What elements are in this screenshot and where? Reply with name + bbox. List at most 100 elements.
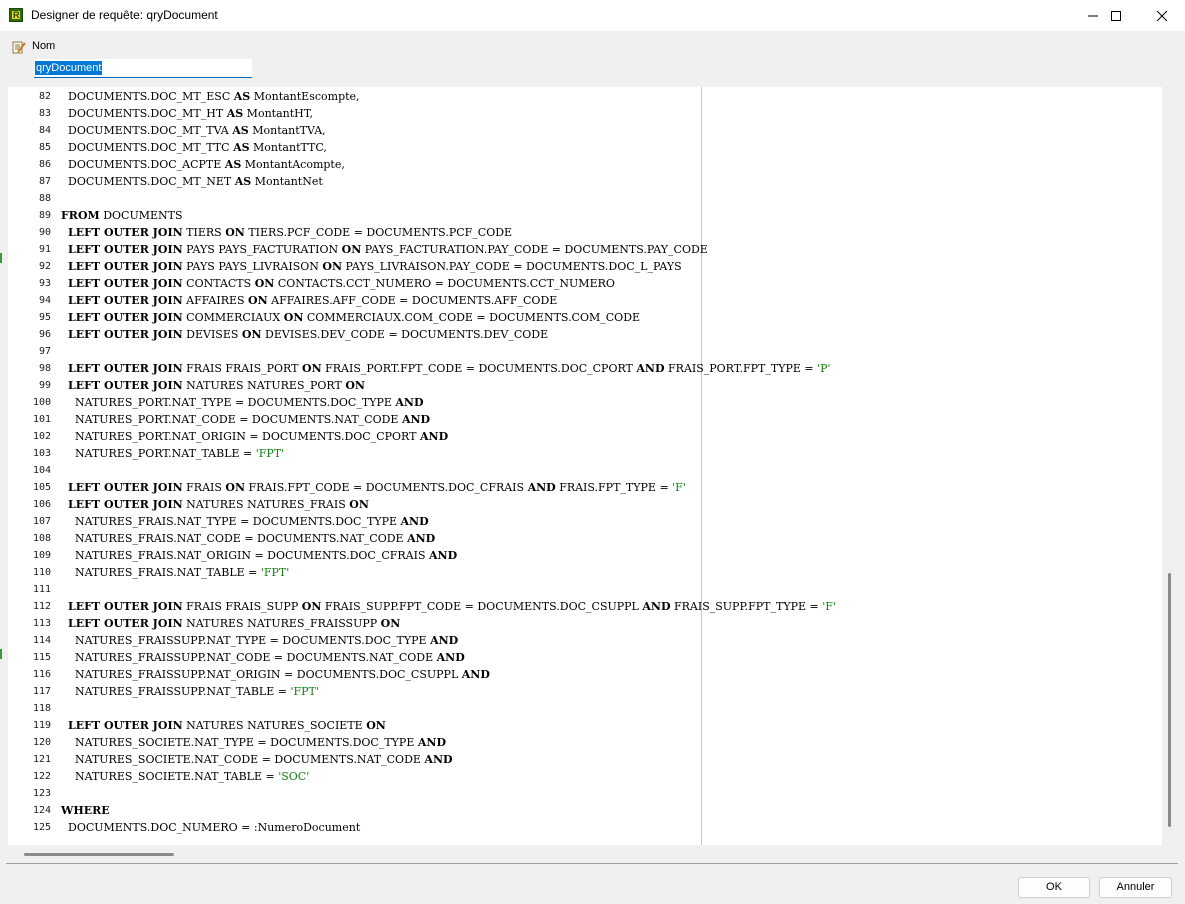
window-title: Designer de requête: qryDocument xyxy=(31,8,218,22)
horizontal-scroll-thumb[interactable] xyxy=(24,853,174,856)
sql-token: NATURES_FRAISSUPP.NAT_CODE = DOCUMENTS.N… xyxy=(61,651,437,664)
sql-token: NATURES_SOCIETE.NAT_CODE = DOCUMENTS.NAT… xyxy=(61,753,425,766)
ok-button[interactable]: OK xyxy=(1018,877,1090,898)
sql-editor[interactable]: 82 DOCUMENTS.DOC_MT_ESC AS MontantEscomp… xyxy=(8,87,1162,845)
sql-keyword: AND xyxy=(642,600,671,613)
sql-keyword: LEFT OUTER JOIN xyxy=(68,719,183,732)
line-number: 100 xyxy=(32,397,51,408)
vertical-scroll-thumb[interactable] xyxy=(1168,573,1171,827)
code-text: LEFT OUTER JOIN PAYS PAYS_LIVRAISON ON P… xyxy=(61,258,682,275)
sql-token: NATURES_SOCIETE.NAT_TABLE = xyxy=(61,770,279,783)
sql-keyword: LEFT OUTER JOIN xyxy=(68,600,183,613)
line-number: 87 xyxy=(38,176,51,187)
name-input[interactable]: qryDocument xyxy=(34,59,252,78)
sql-keyword: AS xyxy=(226,107,244,120)
sql-keyword: ON xyxy=(248,294,268,307)
sql-keyword: AS xyxy=(234,175,252,188)
line-number: 110 xyxy=(32,567,51,578)
sql-keyword: AND xyxy=(400,515,429,528)
sql-keyword: WHERE xyxy=(61,804,110,817)
cancel-button[interactable]: Annuler xyxy=(1099,877,1172,898)
sql-string: 'FPT' xyxy=(255,447,285,460)
code-text: DOCUMENTS.DOC_MT_NET AS MontantNet xyxy=(61,173,323,190)
sql-keyword: LEFT OUTER JOIN xyxy=(68,243,183,256)
close-button[interactable] xyxy=(1139,0,1185,31)
line-number: 113 xyxy=(32,618,51,629)
sql-keyword: ON xyxy=(283,311,304,324)
code-text: LEFT OUTER JOIN TIERS ON TIERS.PCF_CODE … xyxy=(61,224,512,241)
sql-token: FRAIS_PORT.FPT_TYPE = xyxy=(664,362,818,375)
code-text: LEFT OUTER JOIN NATURES NATURES_FRAISSUP… xyxy=(61,615,400,632)
line-number: 103 xyxy=(32,448,51,459)
line-number: 120 xyxy=(32,737,51,748)
sql-token: NATURES_PORT.NAT_TYPE = DOCUMENTS.DOC_TY… xyxy=(61,396,396,409)
sql-keyword: AND xyxy=(461,668,490,681)
sql-token: CONTACTS.CCT_NUMERO = DOCUMENTS.CCT_NUME… xyxy=(274,277,615,290)
name-input-selected-text: qryDocument xyxy=(35,61,103,75)
line-number: 90 xyxy=(38,227,51,238)
sql-token: NATURES_FRAISSUPP.NAT_ORIGIN = DOCUMENTS… xyxy=(61,668,462,681)
sql-keyword: AS xyxy=(233,141,250,154)
code-text: DOCUMENTS.DOC_MT_TVA AS MontantTVA, xyxy=(61,122,326,139)
edit-name-icon xyxy=(12,41,26,54)
name-label: Nom xyxy=(32,40,56,52)
sql-keyword: LEFT OUTER JOIN xyxy=(68,379,183,392)
sql-token: COMMERCIAUX.COM_CODE = DOCUMENTS.COM_COD… xyxy=(303,311,641,324)
sql-token: NATURES NATURES_SOCIETE xyxy=(182,719,367,732)
code-text: DOCUMENTS.DOC_MT_ESC AS MontantEscompte, xyxy=(61,88,360,105)
line-number: 123 xyxy=(32,788,51,799)
code-text: LEFT OUTER JOIN DEVISES ON DEVISES.DEV_C… xyxy=(61,326,548,343)
sql-token: NATURES_FRAIS.NAT_TABLE = xyxy=(61,566,261,579)
line-number: 105 xyxy=(32,482,51,493)
line-number: 118 xyxy=(32,703,51,714)
code-text: LEFT OUTER JOIN NATURES NATURES_PORT ON xyxy=(61,377,365,394)
sql-token: DOCUMENTS.DOC_ACPTE xyxy=(61,158,225,171)
sql-keyword: LEFT OUTER JOIN xyxy=(68,260,183,273)
sql-token: MontantTTC, xyxy=(249,141,327,154)
sql-keyword: LEFT OUTER JOIN xyxy=(68,498,183,511)
sql-keyword: LEFT OUTER JOIN xyxy=(68,226,183,239)
line-number: 84 xyxy=(38,125,51,136)
code-text: NATURES_PORT.NAT_ORIGIN = DOCUMENTS.DOC_… xyxy=(61,428,448,445)
code-text: NATURES_PORT.NAT_TABLE = 'FPT' xyxy=(61,445,284,462)
line-number: 108 xyxy=(32,533,51,544)
line-number: 98 xyxy=(38,363,51,374)
close-icon xyxy=(1156,10,1168,22)
sql-token: NATURES_FRAIS.NAT_CODE = DOCUMENTS.NAT_C… xyxy=(61,532,408,545)
sql-token: PAYS PAYS_LIVRAISON xyxy=(182,260,323,273)
code-text: NATURES_FRAIS.NAT_ORIGIN = DOCUMENTS.DOC… xyxy=(61,547,457,564)
title-bar: Designer de requête: qryDocument xyxy=(0,0,1185,31)
sql-keyword: AND xyxy=(401,413,431,426)
sql-token: FRAIS.FPT_CODE = DOCUMENTS.DOC_CFRAIS xyxy=(245,481,528,494)
sql-token: DOCUMENTS.DOC_MT_TTC xyxy=(61,141,234,154)
maximize-button[interactable] xyxy=(1093,0,1139,31)
line-number: 95 xyxy=(38,312,51,323)
sql-token: NATURES NATURES_FRAIS xyxy=(182,498,350,511)
code-text: LEFT OUTER JOIN FRAIS ON FRAIS.FPT_CODE … xyxy=(61,479,686,496)
app-logo-icon xyxy=(9,8,23,22)
sql-keyword: ON xyxy=(345,379,365,392)
sql-token: NATURES NATURES_PORT xyxy=(182,379,346,392)
sql-token: FRAIS_PORT.FPT_CODE = DOCUMENTS.DOC_CPOR… xyxy=(321,362,637,375)
horizontal-scrollbar[interactable] xyxy=(8,847,1162,861)
line-number: 97 xyxy=(38,346,51,357)
vertical-scrollbar[interactable] xyxy=(1162,87,1178,845)
line-number: 89 xyxy=(38,210,51,221)
code-text: LEFT OUTER JOIN COMMERCIAUX ON COMMERCIA… xyxy=(61,309,640,326)
code-text: LEFT OUTER JOIN NATURES NATURES_FRAIS ON xyxy=(61,496,369,513)
sql-keyword: ON xyxy=(301,600,322,613)
sql-keyword: AND xyxy=(430,634,459,647)
line-number: 93 xyxy=(38,278,51,289)
sql-keyword: ON xyxy=(241,328,262,341)
sql-keyword: AND xyxy=(429,549,458,562)
line-number: 109 xyxy=(32,550,51,561)
code-text: NATURES_FRAISSUPP.NAT_TABLE = 'FPT' xyxy=(61,683,319,700)
